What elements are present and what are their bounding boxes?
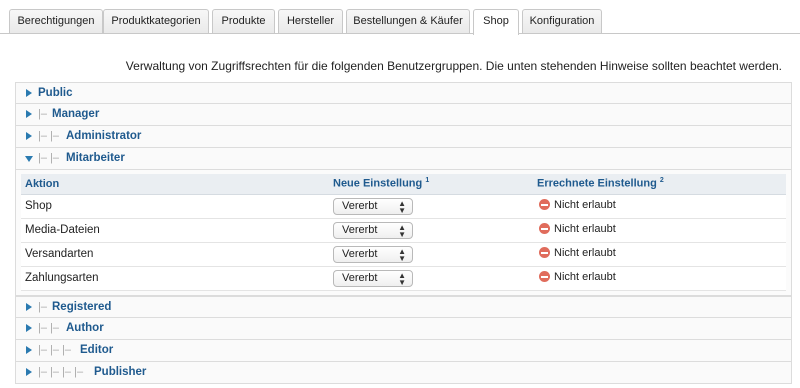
- triangle-right-icon: [26, 367, 32, 376]
- user-groups-panel: Public |– Manager |– |– Administrator |–…: [15, 82, 792, 384]
- tab-shop[interactable]: Shop: [473, 9, 519, 35]
- tree-prefix: |– |–: [38, 321, 63, 334]
- tab-konfiguration[interactable]: Konfiguration: [522, 9, 602, 34]
- triangle-right-icon: [26, 89, 32, 97]
- updown-caret-icon: ▲ ▼: [398, 246, 406, 263]
- table-row: Media-Dateien Vererbt ▲ ▼ Nicht erlaubt: [21, 218, 786, 243]
- tab-produktkategorien[interactable]: Produktkategorien: [103, 9, 209, 34]
- setting-select[interactable]: Vererbt ▲ ▼: [333, 197, 413, 215]
- updown-caret-icon: ▲ ▼: [398, 198, 406, 215]
- group-row-manager[interactable]: |– Manager: [15, 104, 792, 126]
- group-name: Administrator: [66, 130, 142, 142]
- tree-prefix: |–: [38, 108, 51, 120]
- group-name: Mitarbeiter: [66, 152, 125, 164]
- table-row: Versandarten Vererbt ▲ ▼ Nicht erlaubt: [21, 242, 786, 267]
- computed-status: Nicht erlaubt: [537, 199, 616, 211]
- tree-prefix: |– |–: [38, 152, 63, 164]
- computed-status: Nicht erlaubt: [537, 271, 616, 283]
- updown-caret-icon: ▲ ▼: [398, 270, 406, 287]
- group-row-publisher[interactable]: |– |– |– |– Publisher: [15, 361, 792, 384]
- deny-circle-icon: [539, 223, 550, 235]
- updown-caret-icon: ▲ ▼: [398, 222, 406, 239]
- tab-bar: Berechtigungen Produktkategorien Produkt…: [0, 0, 800, 35]
- group-name: Publisher: [94, 365, 147, 378]
- tree-prefix: |– |–: [38, 130, 63, 142]
- group-permissions-panel: Aktion Neue Einstellung 1 Errechnete Ein…: [15, 170, 792, 296]
- triangle-right-icon: [26, 323, 32, 332]
- tree-prefix: |– |– |– |–: [38, 365, 87, 378]
- group-row-editor[interactable]: |– |– |– Editor: [15, 339, 792, 362]
- table-row: Shop Vererbt ▲ ▼ Nicht erlaubt: [21, 194, 786, 219]
- table-row: Zahlungsarten Vererbt ▲ ▼ Nicht erlaubt: [21, 266, 786, 291]
- triangle-right-icon: [26, 132, 32, 140]
- tab-hersteller[interactable]: Hersteller: [278, 9, 343, 34]
- group-row-author[interactable]: |– |– Author: [15, 317, 792, 340]
- group-name: Manager: [52, 108, 100, 120]
- group-name: Registered: [52, 300, 112, 313]
- column-header-action: Aktion: [21, 174, 329, 195]
- action-name: Media-Dateien: [21, 218, 329, 243]
- tab-bestellungen[interactable]: Bestellungen & Käufer: [346, 9, 470, 34]
- triangle-right-icon: [26, 110, 32, 118]
- deny-circle-icon: [539, 271, 550, 283]
- permissions-table: Aktion Neue Einstellung 1 Errechnete Ein…: [21, 174, 786, 291]
- computed-status: Nicht erlaubt: [537, 247, 616, 259]
- action-name: Shop: [21, 194, 329, 219]
- group-row-administrator[interactable]: |– |– Administrator: [15, 126, 792, 148]
- setting-select[interactable]: Vererbt ▲ ▼: [333, 269, 413, 287]
- triangle-right-icon: [26, 345, 32, 354]
- deny-circle-icon: [539, 247, 550, 259]
- group-row-registered[interactable]: |– Registered: [15, 295, 792, 318]
- setting-select[interactable]: Vererbt ▲ ▼: [333, 245, 413, 263]
- triangle-right-icon: [26, 302, 32, 311]
- tree-prefix: |– |– |–: [38, 343, 75, 356]
- deny-circle-icon: [539, 199, 550, 211]
- tab-berechtigungen[interactable]: Berechtigungen: [9, 9, 103, 34]
- setting-select[interactable]: Vererbt ▲ ▼: [333, 221, 413, 239]
- group-name: Public: [38, 87, 73, 99]
- tab-divider: [0, 33, 800, 34]
- group-name: Editor: [80, 343, 114, 356]
- column-header-computed: Errechnete Einstellung 2: [533, 174, 786, 195]
- tree-prefix: |–: [38, 300, 51, 313]
- group-name: Author: [66, 321, 104, 334]
- action-name: Versandarten: [21, 242, 329, 267]
- group-row-public[interactable]: Public: [15, 82, 792, 104]
- group-row-mitarbeiter[interactable]: |– |– Mitarbeiter: [15, 148, 792, 170]
- column-header-new-setting: Neue Einstellung 1: [329, 174, 533, 195]
- tab-produkte[interactable]: Produkte: [212, 9, 275, 34]
- action-name: Zahlungsarten: [21, 266, 329, 291]
- computed-status: Nicht erlaubt: [537, 223, 616, 235]
- triangle-down-icon: [25, 156, 33, 162]
- intro-text: Verwaltung von Zugriffsrechten für die f…: [125, 59, 782, 73]
